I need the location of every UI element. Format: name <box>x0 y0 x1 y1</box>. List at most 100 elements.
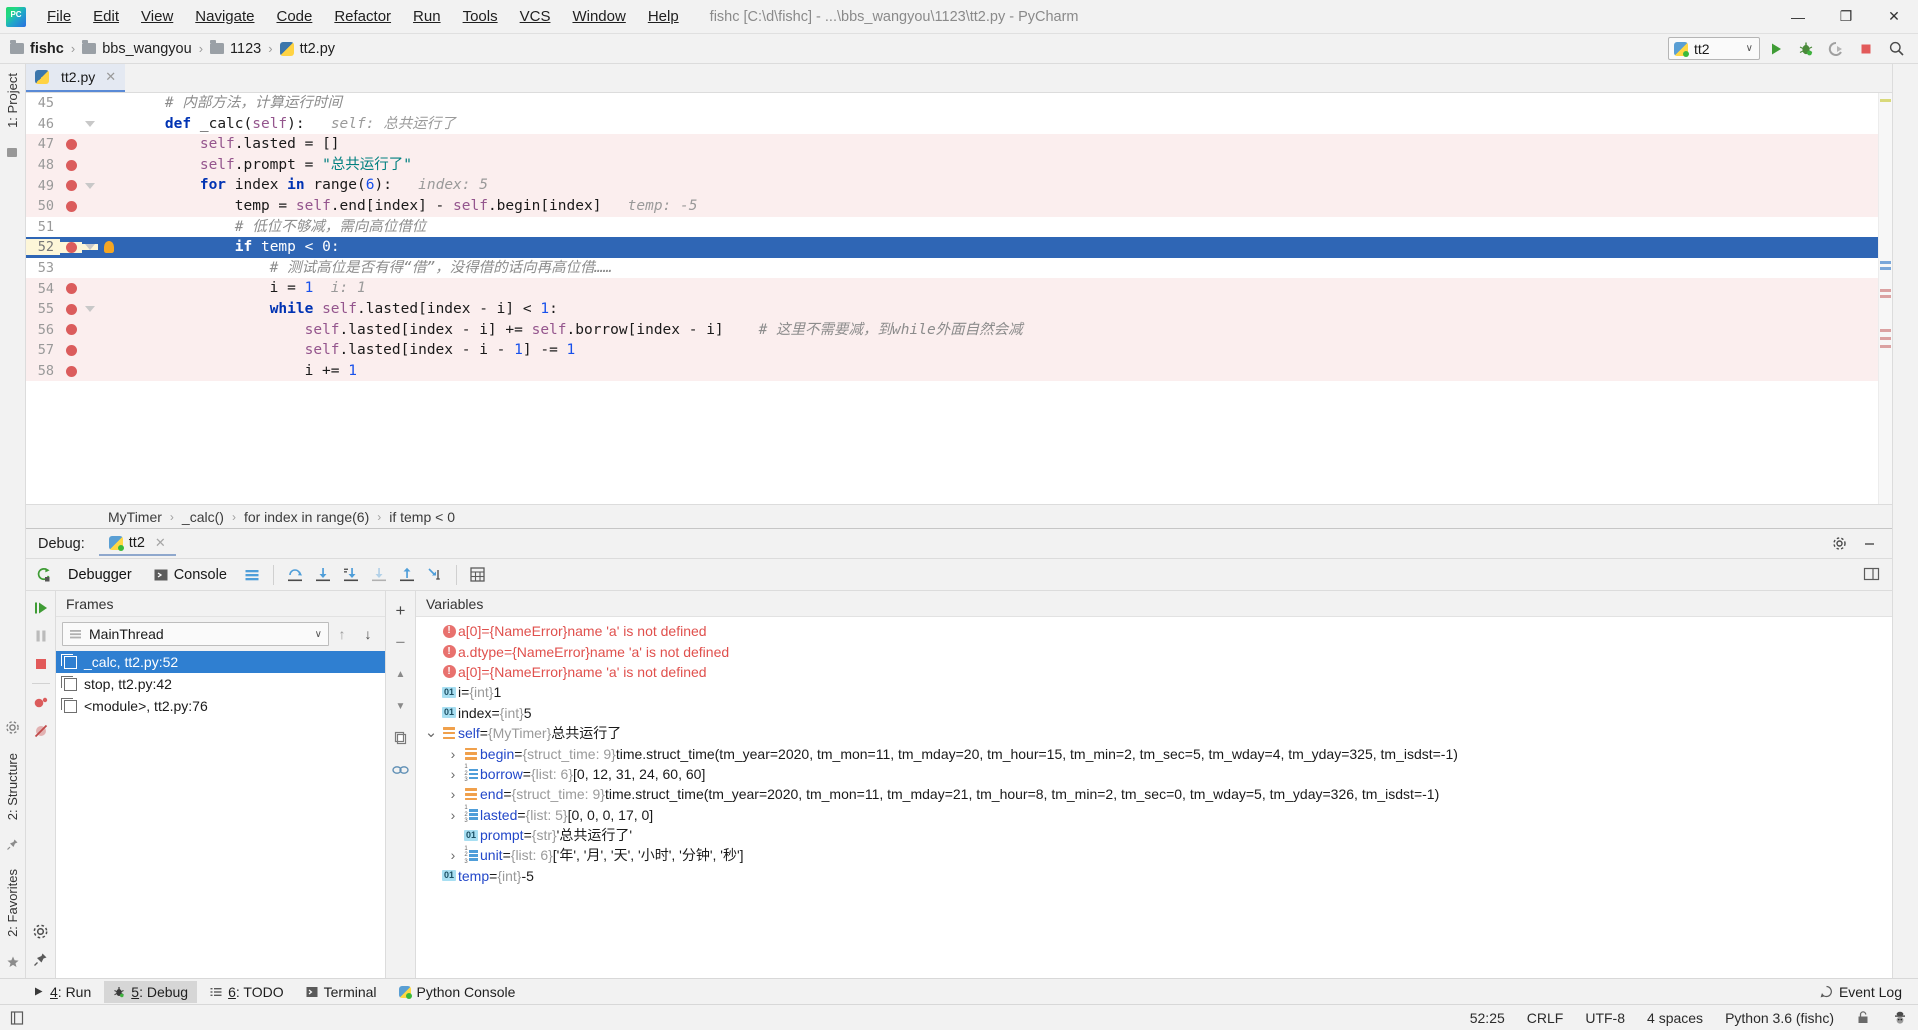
breakpoint-gutter[interactable] <box>60 138 82 150</box>
breakpoint-icon[interactable] <box>65 159 77 171</box>
code-text[interactable]: def _calc(self): self: 总共运行了 <box>120 114 1878 135</box>
breakpoint-icon[interactable] <box>65 138 77 150</box>
variable-row[interactable]: ! a.dtype = {NameError}name 'a' is not de… <box>416 641 1892 661</box>
breadcrumb-for[interactable]: for index in range(6) <box>244 509 369 525</box>
code-line[interactable]: 49 for index in range(6): index: 5 <box>26 175 1878 196</box>
hector-icon[interactable] <box>1892 1010 1908 1026</box>
fold-gutter[interactable] <box>82 244 98 251</box>
variable-row[interactable]: ⌄ self = {MyTimer} 总共运行了 <box>416 723 1892 743</box>
toolwindow-run[interactable]: 4: Run <box>24 981 100 1003</box>
code-text[interactable]: # 测试高位是否有得“借”，没得借的话向再高位借…… <box>120 258 1878 279</box>
variable-row[interactable]: › 1 2 3 lasted = {list: 5} [0, 0, 0, 17, 0] <box>416 805 1892 825</box>
code-text[interactable]: self.lasted = [] <box>120 134 1878 155</box>
breakpoint-icon[interactable] <box>65 303 77 315</box>
tab-debugger[interactable]: Debugger <box>58 564 142 586</box>
code-text[interactable]: i = 1 i: 1 <box>120 278 1878 299</box>
fold-gutter[interactable] <box>82 120 98 127</box>
frame-item[interactable]: <module>, tt2.py:76 <box>56 695 385 717</box>
watches-icon[interactable] <box>388 757 414 783</box>
sidebar-tab-favorites[interactable]: 2: Favorites <box>3 860 22 946</box>
variable-row[interactable]: 01 prompt = {str} '总共运行了' <box>416 825 1892 845</box>
breakpoint-gutter[interactable] <box>60 241 82 253</box>
breakpoint-icon[interactable] <box>65 365 77 377</box>
favorites-star-icon[interactable] <box>6 955 20 969</box>
code-text[interactable]: temp = self.end[index] - self.begin[inde… <box>120 196 1878 217</box>
run-to-cursor-icon[interactable] <box>422 562 448 588</box>
chevron-down-icon[interactable]: ⌄ <box>422 725 440 740</box>
code-line[interactable]: 50 temp = self.end[index] - self.begin[i… <box>26 195 1878 217</box>
toolwindow-python-console[interactable]: Python Console <box>390 981 525 1003</box>
resume-program-icon[interactable] <box>28 595 54 621</box>
code-text[interactable]: for index in range(6): index: 5 <box>120 175 1878 196</box>
line-separator[interactable]: CRLF <box>1527 1010 1564 1026</box>
editor-marker-gutter[interactable] <box>1878 93 1892 504</box>
copy-icon[interactable] <box>388 725 414 751</box>
gear-icon[interactable] <box>1826 531 1852 557</box>
fold-triangle-icon[interactable] <box>85 244 95 251</box>
breakpoint-icon[interactable] <box>65 200 77 212</box>
add-watch-button[interactable]: + <box>388 597 414 623</box>
bookmarks-icon[interactable] <box>6 146 19 159</box>
caret-position[interactable]: 52:25 <box>1470 1010 1505 1026</box>
chevron-right-icon[interactable]: › <box>444 786 462 802</box>
run-with-coverage-button[interactable] <box>1822 36 1850 62</box>
menu-view[interactable]: View <box>130 3 184 31</box>
maximize-button[interactable]: ❐ <box>1822 0 1870 34</box>
code-line[interactable]: 54 i = 1 i: 1 <box>26 278 1878 299</box>
python-interpreter[interactable]: Python 3.6 (fishc) <box>1725 1010 1834 1026</box>
close-icon[interactable]: ✕ <box>105 69 116 85</box>
code-text[interactable]: i += 1 <box>120 361 1878 382</box>
toolwindow-debug[interactable]: 5: Debug <box>104 980 198 1003</box>
pin-icon[interactable] <box>28 946 54 972</box>
toggle-toolwindows-icon[interactable] <box>10 1010 24 1026</box>
code-line[interactable]: 45 # 内部方法，计算运行时间 <box>26 93 1878 114</box>
menu-code[interactable]: Code <box>265 3 323 31</box>
fold-triangle-icon[interactable] <box>85 120 95 127</box>
code-text[interactable]: self.lasted[index - i] += self.borrow[in… <box>120 320 1878 341</box>
sidebar-tab-structure[interactable]: 2: Structure <box>3 744 22 829</box>
variable-row[interactable]: › begin = {struct_time: 9} time.struct_ti… <box>416 743 1892 763</box>
code-line[interactable]: 56 self.lasted[index - i] += self.borrow… <box>26 319 1878 341</box>
fold-gutter[interactable] <box>82 306 98 313</box>
debug-button[interactable] <box>1792 36 1820 62</box>
run-button[interactable] <box>1762 36 1790 62</box>
minimize-icon[interactable] <box>1856 531 1882 557</box>
settings-icon[interactable] <box>28 918 54 944</box>
menu-refactor[interactable]: Refactor <box>323 3 402 31</box>
menu-run[interactable]: Run <box>402 3 452 31</box>
menu-file[interactable]: File <box>36 3 82 31</box>
toolwindow-todo[interactable]: 6: TODO <box>201 981 293 1003</box>
indent-setting[interactable]: 4 spaces <box>1647 1010 1703 1026</box>
close-icon[interactable]: ✕ <box>155 535 166 551</box>
lightbulb-icon[interactable] <box>104 241 114 254</box>
variable-row[interactable]: 01 temp = {int} -5 <box>416 866 1892 886</box>
tab-console[interactable]: Console <box>144 564 237 586</box>
breadcrumb-item-tt2py[interactable]: tt2.py <box>300 41 335 57</box>
step-over-icon[interactable] <box>282 562 308 588</box>
breakpoint-icon[interactable] <box>65 180 77 192</box>
code-line[interactable]: 48 self.prompt = "总共运行了" <box>26 154 1878 176</box>
breakpoint-gutter[interactable] <box>60 159 82 171</box>
breakpoint-icon[interactable] <box>65 324 77 336</box>
view-breakpoints-icon[interactable] <box>28 690 54 716</box>
breakpoint-gutter[interactable] <box>60 324 82 336</box>
intention-bulb-slot[interactable] <box>98 241 120 254</box>
code-text[interactable]: self.prompt = "总共运行了" <box>120 155 1878 176</box>
minimize-button[interactable]: — <box>1774 0 1822 34</box>
breakpoint-gutter[interactable] <box>60 180 82 192</box>
move-watch-up-button[interactable]: ▲ <box>388 661 414 687</box>
close-button[interactable]: ✕ <box>1870 0 1918 34</box>
layout-icon[interactable] <box>239 562 265 588</box>
variable-row[interactable]: › 1 2 3 unit = {list: 6} ['年', '月', '天', '小时… <box>416 845 1892 865</box>
menu-tools[interactable]: Tools <box>452 3 509 31</box>
search-everywhere-icon[interactable] <box>1882 36 1910 62</box>
fold-triangle-icon[interactable] <box>85 182 95 189</box>
code-text[interactable]: # 低位不够减，需向高位借位 <box>120 217 1878 238</box>
variables-list[interactable]: ! a[0] = {NameError}name 'a' is not defin… <box>416 617 1892 978</box>
restore-layout-icon[interactable] <box>1858 562 1884 588</box>
breakpoint-gutter[interactable] <box>60 344 82 356</box>
mute-breakpoints-icon[interactable] <box>28 718 54 744</box>
chevron-right-icon[interactable]: › <box>444 766 462 782</box>
chevron-right-icon[interactable]: › <box>444 847 462 863</box>
chevron-right-icon[interactable]: › <box>444 807 462 823</box>
